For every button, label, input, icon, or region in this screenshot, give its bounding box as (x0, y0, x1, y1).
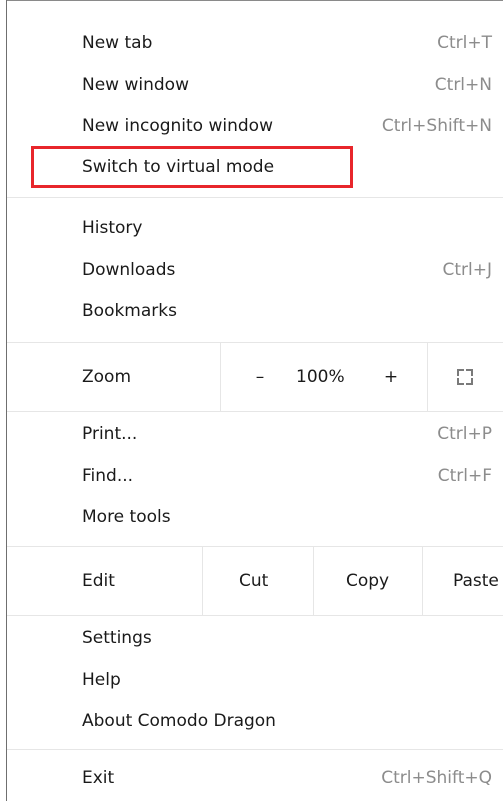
menu-separator (7, 615, 503, 616)
downloads-shortcut: Ctrl+J (442, 260, 492, 280)
edit-divider (202, 547, 203, 615)
copy-button[interactable]: Copy (346, 547, 389, 615)
new-window-label: New window (82, 75, 189, 95)
new-tab-label: New tab (82, 33, 153, 53)
zoom-divider (427, 343, 428, 411)
cut-button[interactable]: Cut (239, 547, 268, 615)
edit-divider (422, 547, 423, 615)
find-label: Find... (82, 466, 134, 486)
paste-button[interactable]: Paste (453, 547, 499, 615)
edit-label: Edit (82, 571, 115, 591)
menu-separator (7, 197, 503, 198)
menu-item-more-tools[interactable]: More tools (82, 497, 492, 537)
history-label: History (82, 218, 143, 238)
menu-separator (7, 749, 503, 750)
highlight-annotation-box (31, 146, 353, 188)
print-label: Print... (82, 424, 138, 444)
menu-item-downloads[interactable]: Downloads Ctrl+J (82, 250, 492, 290)
zoom-in-button[interactable]: + (381, 343, 401, 411)
exit-shortcut: Ctrl+Shift+Q (381, 768, 492, 788)
bookmarks-label: Bookmarks (82, 301, 177, 321)
zoom-divider (220, 343, 221, 411)
downloads-label: Downloads (82, 260, 176, 280)
window-edge (0, 0, 7, 801)
menu-item-exit[interactable]: Exit Ctrl+Shift+Q (82, 758, 492, 798)
new-window-shortcut: Ctrl+N (434, 75, 492, 95)
menu-item-new-incognito-window[interactable]: New incognito window Ctrl+Shift+N (82, 106, 492, 146)
new-incognito-label: New incognito window (82, 116, 273, 136)
zoom-level-value: 100% (296, 367, 345, 387)
print-shortcut: Ctrl+P (437, 424, 492, 444)
menu-item-help[interactable]: Help (82, 660, 492, 700)
menu-item-find[interactable]: Find... Ctrl+F (82, 456, 492, 496)
fullscreen-icon[interactable] (457, 369, 473, 385)
exit-label: Exit (82, 768, 115, 788)
menu-item-print[interactable]: Print... Ctrl+P (82, 414, 492, 454)
menu-item-about[interactable]: About Comodo Dragon (82, 701, 492, 741)
menu-item-settings[interactable]: Settings (82, 618, 492, 658)
edit-row: Edit Cut Copy Paste (7, 547, 503, 615)
zoom-out-button[interactable]: – (249, 343, 271, 411)
more-tools-label: More tools (82, 507, 171, 527)
edit-divider (313, 547, 314, 615)
menu-item-history[interactable]: History (82, 208, 492, 248)
new-incognito-shortcut: Ctrl+Shift+N (381, 116, 492, 136)
settings-label: Settings (82, 628, 152, 648)
about-label: About Comodo Dragon (82, 711, 276, 731)
new-tab-shortcut: Ctrl+T (437, 33, 492, 53)
menu-separator (7, 411, 503, 412)
menu-item-new-tab[interactable]: New tab Ctrl+T (82, 23, 492, 63)
browser-main-menu: New tab Ctrl+T New window Ctrl+N New inc… (7, 0, 503, 802)
zoom-row: Zoom – 100% + (7, 343, 503, 411)
menu-item-bookmarks[interactable]: Bookmarks (82, 291, 492, 331)
zoom-label: Zoom (82, 367, 132, 387)
help-label: Help (82, 670, 121, 690)
find-shortcut: Ctrl+F (437, 466, 492, 486)
menu-item-new-window[interactable]: New window Ctrl+N (82, 65, 492, 105)
